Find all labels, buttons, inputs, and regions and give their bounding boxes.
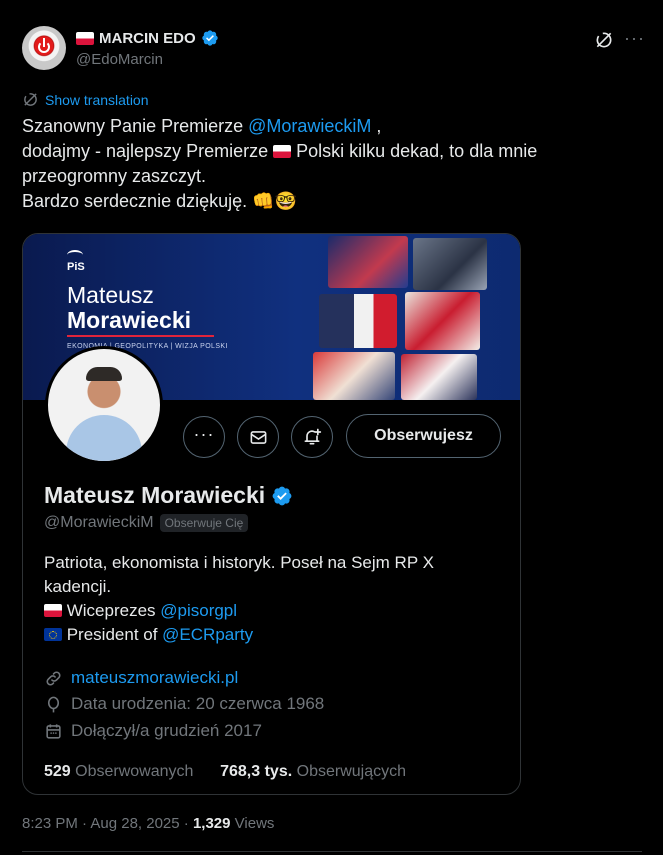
author-name[interactable]: MARCIN EDO bbox=[99, 30, 196, 47]
link-icon bbox=[46, 670, 61, 686]
tweet-text-segment: , bbox=[371, 116, 382, 136]
tweet-text-segment: Szanowny Panie Premierze bbox=[22, 116, 249, 136]
joined-text: Dołączył/a grudzień 2017 bbox=[71, 721, 262, 740]
mail-icon bbox=[250, 430, 266, 444]
views-label: Views bbox=[230, 815, 275, 832]
poland-flag-icon bbox=[76, 31, 94, 45]
bio-text: kadencji. bbox=[44, 577, 112, 596]
more-options-icon[interactable]: ··· bbox=[624, 28, 645, 49]
message-button[interactable] bbox=[237, 416, 279, 458]
tweet-text-segment: Bardzo serdecznie dziękuję. 👊🤓 bbox=[22, 191, 297, 211]
calendar-icon bbox=[46, 723, 61, 739]
tweet-timestamp[interactable]: 8:23 PM · Aug 28, 2025 · bbox=[22, 815, 193, 832]
more-profile-button[interactable]: ··· bbox=[183, 416, 225, 458]
bio-text: Patriota, ekonomista i historyk. Poseł n… bbox=[44, 553, 434, 572]
pis-logo: PiS bbox=[67, 250, 85, 273]
show-translation-label: Show translation bbox=[45, 91, 149, 108]
tweet-timestamp-row: 8:23 PM · Aug 28, 2025 · 1,329 Views bbox=[22, 815, 274, 832]
tweet-text-segment: Polski kilku dekad, to dla mnie bbox=[291, 141, 538, 161]
bell-plus-icon bbox=[304, 428, 322, 445]
poland-flag-icon bbox=[273, 145, 292, 158]
profile-handle[interactable]: @MorawieckiM bbox=[44, 514, 154, 532]
balloon-icon bbox=[47, 696, 60, 712]
bio-text: Wiceprezes bbox=[62, 601, 161, 620]
follow-stats: 529 Obserwowanych 768,3 tys. Obserwujący… bbox=[44, 763, 406, 781]
banner-photo bbox=[405, 292, 480, 350]
divider bbox=[22, 851, 642, 852]
translate-icon bbox=[24, 93, 37, 106]
website-row: mateuszmorawiecki.pl bbox=[44, 668, 238, 688]
author-avatar[interactable] bbox=[22, 26, 66, 70]
follows-you-badge: Obserwuje Cię bbox=[159, 514, 249, 532]
banner-divider bbox=[67, 335, 214, 337]
banner-photo bbox=[401, 354, 477, 400]
joined-row: Dołączył/a grudzień 2017 bbox=[44, 721, 262, 741]
views-count: 1,329 bbox=[192, 815, 231, 832]
notifications-button[interactable] bbox=[291, 416, 333, 458]
eu-flag-icon bbox=[44, 628, 62, 641]
tweet-text-segment: dodajmy - najlepszy Premierze bbox=[22, 141, 274, 161]
mention-link[interactable]: @pisorgpl bbox=[160, 601, 237, 620]
banner-first-name: Mateusz bbox=[67, 282, 154, 308]
show-translation-link[interactable]: Show translation bbox=[22, 91, 149, 108]
birthday-text: Data urodzenia: 20 czerwca 1968 bbox=[71, 694, 325, 713]
followers-stat[interactable]: 768,3 tys. Obserwujących bbox=[220, 763, 406, 780]
tweet-text: Szanowny Panie Premierze @MorawieckiM , … bbox=[22, 114, 642, 214]
bio-text: President of bbox=[62, 625, 163, 644]
mention-link[interactable]: @ECRparty bbox=[162, 625, 253, 644]
following-button[interactable]: Obserwujesz bbox=[346, 414, 501, 458]
profile-card[interactable]: PiS Mateusz Morawiecki EKONOMIA | GEOPOL… bbox=[22, 233, 521, 795]
profile-bio: Patriota, ekonomista i historyk. Poseł n… bbox=[44, 551, 494, 647]
banner-photo bbox=[319, 294, 397, 348]
poland-flag-icon bbox=[44, 604, 62, 617]
banner-last-name: Morawiecki bbox=[67, 307, 191, 333]
verified-badge-icon bbox=[201, 30, 218, 46]
banner-photo bbox=[313, 352, 395, 400]
profile-name[interactable]: Mateusz Morawiecki bbox=[44, 482, 265, 509]
website-link[interactable]: mateuszmorawiecki.pl bbox=[71, 668, 238, 688]
author-name-row[interactable]: MARCIN EDO bbox=[76, 29, 219, 47]
banner-photo bbox=[328, 236, 408, 288]
grok-icon[interactable] bbox=[594, 30, 614, 50]
following-stat[interactable]: 529 Obserwowanych bbox=[44, 763, 193, 780]
more-icon: ··· bbox=[193, 424, 215, 444]
tweet-text-segment: przeogromny zaszczyt. bbox=[22, 166, 207, 186]
verified-badge-icon bbox=[272, 486, 292, 505]
author-handle[interactable]: @EdoMarcin bbox=[76, 51, 163, 68]
birthday-row: Data urodzenia: 20 czerwca 1968 bbox=[44, 694, 324, 714]
profile-handle-row: @MorawieckiM Obserwuje Cię bbox=[44, 514, 249, 532]
profile-avatar[interactable] bbox=[45, 346, 163, 464]
profile-name-row[interactable]: Mateusz Morawiecki bbox=[44, 482, 293, 509]
banner-photo bbox=[413, 238, 487, 290]
mention-link[interactable]: @MorawieckiM bbox=[248, 116, 371, 136]
